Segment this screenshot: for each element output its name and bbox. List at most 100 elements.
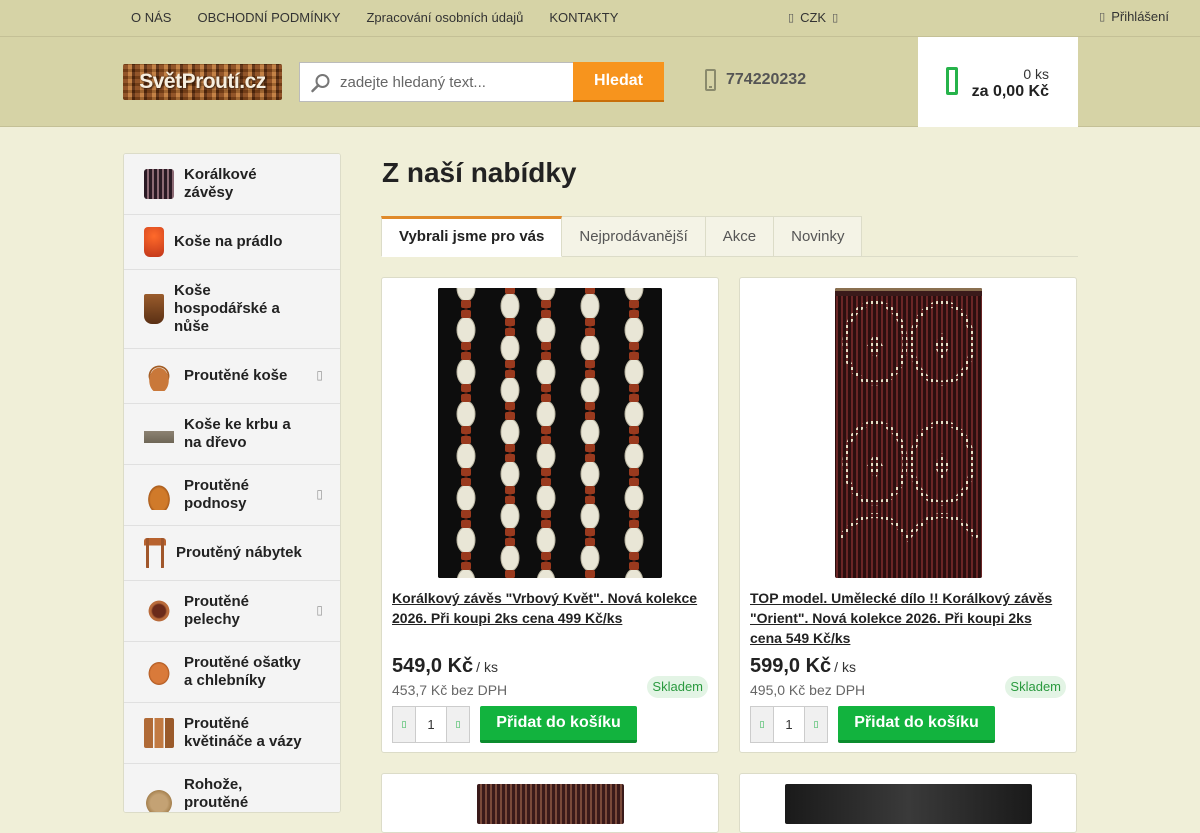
nav-link-privacy[interactable]: Zpracování osobních údajů (353, 0, 536, 36)
wicker-mat-thumbnail (144, 788, 174, 812)
sidebar-item-wicker-baskets[interactable]: Proutěné koše ▯ (124, 349, 340, 404)
tab-new[interactable]: Novinky (774, 216, 863, 257)
search-box (299, 62, 573, 102)
sidebar-item-label: Proutěné květináče a vázy (184, 715, 302, 750)
price-without-vat: 453,7 Kč bez DPH (392, 682, 508, 698)
sidebar-item-label: Proutěné podnosy (184, 477, 250, 512)
decrease-quantity-button[interactable]: ▯ (393, 707, 415, 742)
cart-count: 0 ks (1023, 66, 1049, 82)
product-title-link[interactable]: Korálkový závěs "Vrbový Květ". Nová kole… (392, 588, 708, 628)
product-card: TOP model. Umělecké dílo !! Korálkový zá… (739, 277, 1077, 753)
product-tabs: Vybrali jsme pro vás Nejprodávanější Akc… (381, 216, 1078, 257)
stock-badge: Skladem (647, 676, 708, 698)
bread-basket-thumbnail (144, 657, 174, 687)
chevron-right-icon: ▯ (316, 603, 323, 617)
sidebar-item-label: Koše hospodářské a nůše (174, 282, 280, 335)
sidebar-item-wicker-mats[interactable]: Rohože, proutěné (124, 764, 340, 812)
bead-curtain-image (438, 288, 662, 578)
chevron-right-icon: ▯ (316, 368, 323, 382)
increase-quantity-button[interactable]: ▯ (805, 707, 827, 742)
tab-bestsellers[interactable]: Nejprodávanější (562, 216, 706, 257)
sidebar-item-bead-curtains[interactable]: Korálkové závěsy (124, 154, 340, 215)
sidebar-item-wicker-pet-beds[interactable]: Proutěné pelechy ▯ (124, 581, 340, 642)
product-title-link[interactable]: TOP model. Umělecké dílo !! Korálkový zá… (750, 588, 1066, 648)
top-bar: O NÁS OBCHODNÍ PODMÍNKY Zpracování osobn… (0, 0, 1200, 37)
quantity-stepper: ▯ 1 ▯ (392, 706, 470, 743)
currency-selector[interactable]: ▯ CZK ▯ (788, 0, 838, 36)
product-image[interactable] (477, 784, 624, 824)
price-unit: / ks (834, 659, 856, 675)
search-icon (311, 74, 330, 93)
sidebar-item-firewood-baskets[interactable]: Koše ke krbu a na dřevo (124, 404, 340, 465)
phone-icon (705, 69, 716, 91)
top-navigation: O NÁS OBCHODNÍ PODMÍNKY Zpracování osobn… (118, 0, 631, 36)
site-header: SvětProutí.cz Hledat 774220232 0 ks za 0… (0, 37, 1200, 127)
price-value: 599,0 Kč (750, 655, 832, 677)
logo-text: SvětProutí.cz (139, 70, 266, 93)
quantity-stepper: ▯ 1 ▯ (750, 706, 828, 743)
login-label: Přihlášení (1111, 9, 1169, 24)
product-price: 549,0 Kč / ks (392, 655, 498, 678)
product-card: Korálkový závěs "Vrbový Květ". Nová kole… (381, 277, 719, 753)
phone-contact[interactable]: 774220232 (705, 69, 806, 91)
bead-curtain-thumbnail (144, 169, 174, 199)
firewood-basket-thumbnail (144, 419, 174, 449)
quantity-input[interactable]: 1 (773, 707, 805, 742)
quantity-input[interactable]: 1 (415, 707, 447, 742)
sidebar-item-flower-pots[interactable]: Proutěné květináče a vázy (124, 703, 340, 764)
product-image[interactable] (785, 784, 1032, 824)
nav-link-terms[interactable]: OBCHODNÍ PODMÍNKY (184, 0, 353, 36)
sidebar-item-label: Proutěné ošatky a chlebníky (184, 654, 301, 689)
sidebar-item-wicker-trays[interactable]: Proutěné podnosy ▯ (124, 465, 340, 526)
flower-pot-thumbnail (144, 718, 174, 748)
price-value: 549,0 Kč (392, 655, 474, 677)
cart-icon (946, 67, 958, 95)
sidebar-item-laundry-baskets[interactable]: Koše na prádlo (124, 215, 340, 270)
product-price: 599,0 Kč / ks (750, 655, 856, 678)
sidebar-item-label: Koše na prádlo (174, 233, 283, 250)
search-button[interactable]: Hledat (573, 62, 664, 102)
product-card (381, 773, 719, 833)
add-to-cart-button[interactable]: Přidat do košíku (480, 706, 637, 743)
search-input[interactable] (340, 63, 570, 101)
sidebar-item-bread-baskets[interactable]: Proutěné ošatky a chlebníky (124, 642, 340, 703)
user-icon: ▯ (1099, 11, 1106, 23)
sidebar-item-label: Proutěné koše (184, 367, 288, 384)
farm-basket-thumbnail (144, 294, 164, 324)
chevron-down-icon: ▯ (832, 12, 839, 24)
chevron-right-icon: ▯ (316, 487, 323, 501)
product-card (739, 773, 1077, 833)
category-sidebar: Korálkové závěsy Koše na prádlo Koše hos… (123, 153, 341, 813)
currency-icon: ▯ (788, 12, 795, 24)
sidebar-item-label: Korálkové závěsy (184, 166, 257, 201)
site-logo[interactable]: SvětProutí.cz (123, 64, 282, 100)
laundry-basket-thumbnail (144, 227, 164, 257)
currency-label: CZK (800, 10, 827, 25)
page-title: Z naší nabídky (382, 157, 577, 188)
stock-badge: Skladem (1005, 676, 1066, 698)
price-without-vat: 495,0 Kč bez DPH (750, 682, 866, 698)
product-image[interactable] (835, 288, 982, 578)
wicker-furniture-thumbnail (144, 538, 166, 568)
sidebar-item-farm-baskets[interactable]: Koše hospodářské a nůše (124, 270, 340, 349)
product-image[interactable] (438, 288, 662, 578)
cart-widget[interactable]: 0 ks za 0,00 Kč (918, 37, 1078, 127)
increase-quantity-button[interactable]: ▯ (447, 707, 469, 742)
nav-link-contacts[interactable]: KONTAKTY (536, 0, 631, 36)
decrease-quantity-button[interactable]: ▯ (751, 707, 773, 742)
cart-total: za 0,00 Kč (971, 83, 1049, 100)
phone-number: 774220232 (726, 71, 807, 88)
wicker-tray-thumbnail (144, 480, 174, 510)
sidebar-item-label: Koše ke krbu a na dřevo (184, 416, 291, 451)
add-to-cart-button[interactable]: Přidat do košíku (838, 706, 995, 743)
tab-sale[interactable]: Akce (705, 216, 775, 257)
login-link[interactable]: ▯ Přihlášení (1099, 0, 1169, 34)
sidebar-item-wicker-furniture[interactable]: Proutěný nábytek (124, 526, 340, 581)
wicker-basket-thumbnail (144, 361, 174, 391)
tab-recommended[interactable]: Vybrali jsme pro vás (381, 216, 563, 257)
nav-link-about[interactable]: O NÁS (118, 0, 184, 36)
orient-curtain-image (835, 288, 982, 578)
sidebar-item-label: Proutěný nábytek (176, 544, 302, 561)
pet-bed-thumbnail (144, 596, 174, 626)
sidebar-item-label: Rohože, proutěné (184, 776, 249, 811)
